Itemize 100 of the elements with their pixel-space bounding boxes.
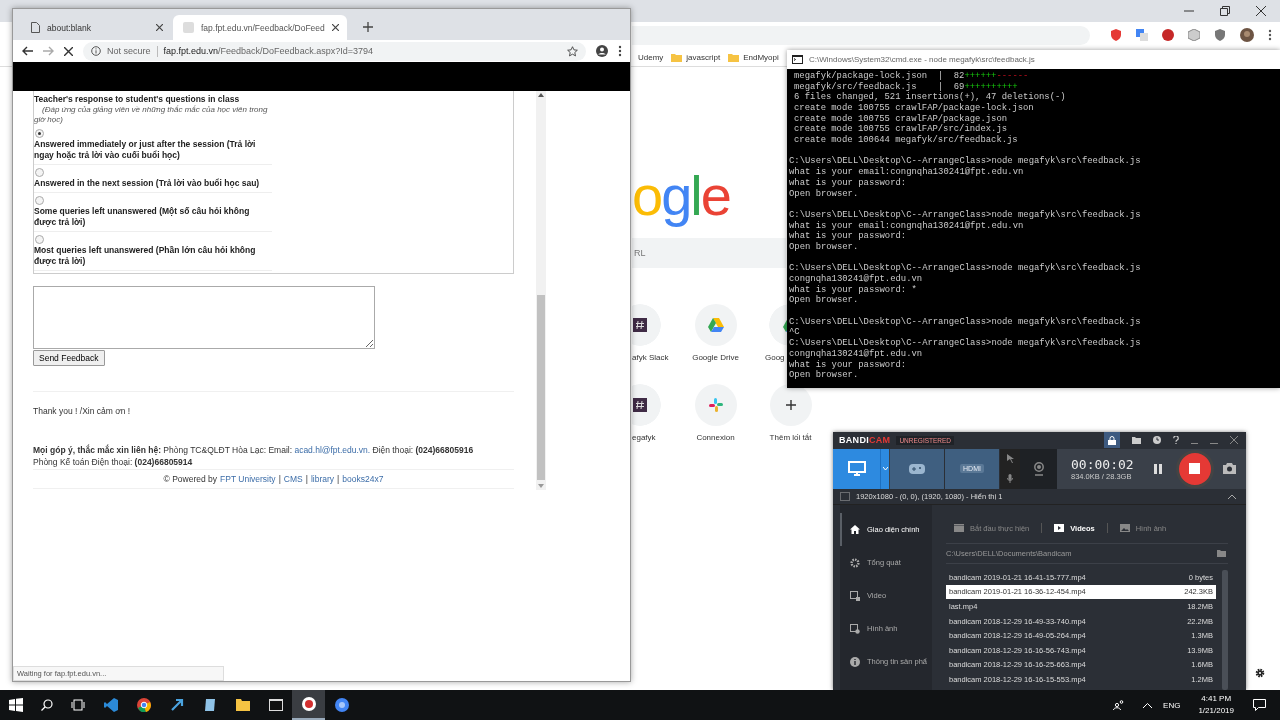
shield-icon[interactable] — [1214, 29, 1226, 41]
folder-icon[interactable] — [1217, 550, 1226, 557]
shortcut-label[interactable]: Connexion — [696, 433, 735, 442]
clock-date[interactable]: 1/21/2019 — [1198, 705, 1234, 717]
clock-icon[interactable] — [1153, 436, 1161, 445]
bookmark[interactable]: Udemy — [638, 52, 664, 62]
settings-icon — [850, 557, 860, 568]
shortcut-label[interactable]: egafyk — [632, 433, 656, 442]
shortcut-label[interactable]: afyk Slack — [632, 353, 669, 362]
pause-icon[interactable] — [1153, 463, 1162, 474]
separator-text: | — [337, 473, 340, 484]
footer-link[interactable]: books24x7 — [342, 473, 384, 484]
record-icon — [301, 697, 316, 711]
browser-tab[interactable]: fap.fpt.edu.vn/Feedback/DoFeed — [173, 15, 347, 40]
radio-button[interactable] — [35, 235, 44, 244]
close-icon[interactable] — [1256, 6, 1266, 16]
close-icon[interactable] — [331, 24, 339, 31]
search-icon[interactable] — [41, 699, 53, 711]
terminal-line: congnqha130241@fpt.edu.vn — [789, 274, 923, 285]
shortcut-tile[interactable] — [694, 384, 737, 426]
settings-icon[interactable] — [1255, 668, 1265, 678]
scrollbar[interactable] — [536, 91, 546, 490]
stop-button[interactable] — [1175, 449, 1214, 488]
people-icon[interactable] — [1113, 700, 1126, 710]
task-view-icon[interactable] — [71, 699, 85, 711]
terminal-icon — [792, 55, 803, 64]
screen-mode-button[interactable] — [833, 448, 880, 489]
bookmark-star-icon[interactable] — [567, 45, 578, 57]
radio-button[interactable] — [35, 167, 44, 177]
clock-time[interactable]: 4:41 PM — [1201, 693, 1232, 705]
new-tab-icon[interactable] — [362, 22, 373, 32]
shortcut-tile[interactable] — [694, 304, 737, 346]
terminal-line: megafyk/package-lock.json | 82++++++------ — [793, 71, 1029, 82]
footer-link[interactable]: CMS — [283, 473, 303, 484]
address-bar[interactable]: Not secure fap.fpt.edu.vn/Feedback/DoFeedback.aspx?Id=3794 — [83, 41, 586, 61]
question-subtitle: (Đáp ứng của giảng viên về những thắc mắc của học viên trong giờ học) — [34, 105, 269, 126]
scrollbar[interactable] — [1222, 570, 1228, 690]
footer-link[interactable]: library — [310, 473, 335, 484]
bookmark[interactable]: javascript — [686, 52, 721, 62]
webcam-button[interactable] — [1020, 448, 1057, 489]
browser-tab[interactable]: about:blank — [21, 15, 171, 40]
browser-icon — [136, 698, 151, 712]
video-icon — [850, 590, 860, 601]
terminal-line: what is your password: * — [789, 284, 917, 295]
circle-badge-icon[interactable] — [1162, 29, 1174, 41]
start-icon[interactable] — [9, 698, 23, 712]
bookmark[interactable]: EndMyopi — [743, 52, 779, 62]
lock-icon — [1108, 435, 1116, 445]
menu-icon[interactable] — [618, 45, 622, 57]
scroll-up-icon[interactable] — [538, 93, 544, 97]
terminal-line: create mode 100755 crawlFAP/package-lock.json — [793, 103, 1034, 114]
taskbar-app[interactable] — [292, 690, 325, 720]
terminal-line: what is your password: — [789, 359, 907, 370]
translate-icon[interactable] — [1136, 29, 1148, 41]
search-field[interactable]: RL — [632, 238, 786, 268]
arrow-icon — [169, 698, 184, 712]
folder-icon — [671, 52, 683, 62]
shortcut-tile[interactable] — [632, 304, 662, 346]
account-icon[interactable] — [596, 45, 608, 57]
terminal-icon — [268, 699, 283, 711]
lock-button[interactable] — [1104, 432, 1120, 449]
footer-link[interactable]: FPT University — [220, 473, 276, 484]
maximize-icon[interactable] — [1220, 6, 1230, 16]
terminal-line: C:\Users\DELL\Desktop\C--ArrangeClass>node megafyk\src\feedback.js — [789, 156, 1141, 167]
question-title: Teacher's response to student's questions in class — [34, 94, 241, 104]
shortcut-tile[interactable] — [632, 384, 662, 426]
cursor-icon[interactable] — [1006, 454, 1014, 464]
shortcut-label[interactable]: Google Drive — [692, 353, 739, 362]
cube-icon[interactable] — [1188, 29, 1200, 41]
shortcut-label[interactable]: Thêm lối tắt — [769, 433, 812, 442]
collapse-icon[interactable] — [1228, 493, 1236, 499]
avatar-icon[interactable] — [1240, 28, 1254, 42]
info-icon[interactable] — [91, 46, 101, 56]
mode-dropdown[interactable] — [880, 448, 889, 489]
monitor-icon — [847, 461, 866, 477]
email-link[interactable]: acad.hl@fpt.edu.vn. — [294, 445, 371, 456]
ribbon-icon — [103, 698, 118, 712]
game-mode-button[interactable] — [890, 448, 945, 489]
camera-icon[interactable] — [1222, 463, 1236, 475]
play-icon — [1054, 524, 1065, 532]
option-label: Some queries left unanswered (Một số câu hỏi không được trả lời) — [34, 205, 251, 228]
menu-icon[interactable] — [1268, 29, 1272, 41]
stop-icon[interactable] — [64, 46, 73, 56]
help-icon[interactable] — [1173, 436, 1179, 445]
radio-button[interactable] — [35, 128, 44, 138]
terminal-line: megafyk/src/feedback.js | 69++++++++++ — [793, 81, 1018, 92]
notification-icon[interactable] — [1253, 699, 1266, 711]
back-icon[interactable] — [22, 46, 33, 56]
microphone-icon[interactable] — [1007, 474, 1013, 484]
close-icon[interactable] — [156, 24, 163, 31]
radio-button[interactable] — [35, 195, 44, 205]
folder-icon[interactable] — [1132, 436, 1141, 444]
comment-field[interactable] — [33, 286, 375, 350]
chevron-up-icon[interactable] — [1143, 702, 1153, 708]
shortcut-label[interactable]: Goog — [765, 353, 785, 362]
send-feedback-button[interactable]: Send Feedback — [33, 350, 105, 367]
language-indicator[interactable]: ENG — [1163, 700, 1181, 710]
terminal-line: Open browser. — [789, 370, 859, 381]
terminal-line: Open browser. — [789, 241, 859, 253]
shield-icon[interactable] — [1110, 29, 1122, 41]
